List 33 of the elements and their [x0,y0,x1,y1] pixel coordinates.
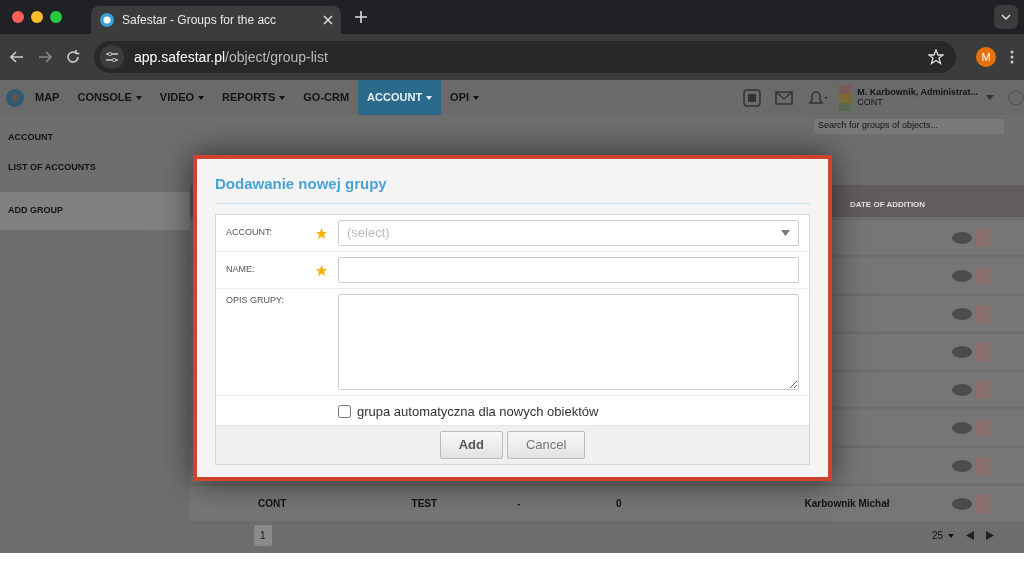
nav-item[interactable]: REPORTS [213,80,295,115]
sidebar-item[interactable]: LIST OF ACCOUNTS [0,152,190,182]
table-cell-text: - [517,497,522,511]
page-button[interactable]: 1 [254,525,272,546]
nav-item[interactable]: VIDEO [150,80,214,115]
table-cell-text: TEST [411,497,439,511]
address-bar[interactable]: app.safestar.pl/object/group-list [94,41,956,73]
search-field[interactable]: Search for groups of objects... [814,119,1004,134]
cancel-button[interactable]: Cancel [506,431,586,459]
nav-item[interactable]: OPI [441,80,489,115]
sidebar-item[interactable]: ADD GROUP [0,192,190,230]
page-size-select[interactable]: 25 [931,528,954,543]
table-cell-text: CONT [258,497,288,511]
user-role: CONT [857,97,883,108]
account-select[interactable]: (select) [338,219,799,246]
table-cell-text: Karbownik Michał [804,497,891,511]
field-label: OPIS GRUPY: [226,293,286,307]
tab-title: Safestar - Groups for the acc [122,12,278,29]
browser-tab[interactable]: Safestar - Groups for the acc [91,6,341,34]
nav-item[interactable]: MAP [26,80,69,115]
sidebar-item[interactable]: ACCOUNT [0,123,190,153]
nav-item[interactable]: CONSOLE [68,80,151,115]
user-name[interactable]: M. Karbownik, Administrat... [857,87,978,98]
field-label: ACCOUNT: [226,225,273,239]
profile-avatar[interactable]: M [976,47,996,67]
url-text: app.safestar.pl/object/group-list [134,47,328,67]
add-button[interactable]: Add [439,431,503,459]
table-cell-text: 0 [616,497,623,511]
nav-item[interactable]: GO-CRM [294,80,359,115]
dialog-title: Dodawanie nowej grupy [215,173,810,204]
field-label: NAME: [226,262,256,276]
checkbox-label: grupa automatyczna dla nowych obiektów [357,402,599,421]
nav-item[interactable]: ACCOUNT [358,80,442,115]
